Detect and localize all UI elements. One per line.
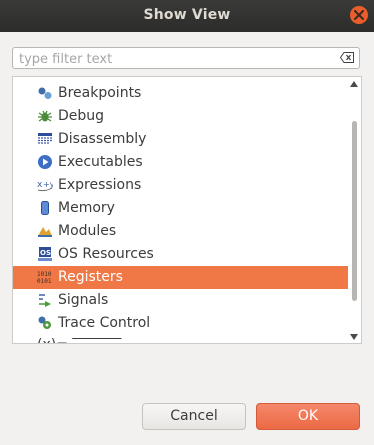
vertical-scrollbar[interactable] (347, 77, 361, 343)
list-item[interactable]: OS OS Resources (13, 243, 348, 266)
show-view-dialog: Show View ‾‾‾‾‾ Breakpoints Debug (0, 0, 374, 445)
svg-text:OS: OS (40, 249, 51, 257)
filter-input[interactable] (17, 50, 339, 68)
modules-icon (38, 227, 52, 237)
clear-text-icon[interactable] (340, 52, 354, 63)
svg-text:1010: 1010 (37, 271, 52, 278)
ok-button[interactable]: OK (256, 403, 360, 430)
list-item-label: Modules (58, 223, 117, 239)
view-list[interactable]: ‾‾‾‾‾ Breakpoints Debug Disassembly Exec… (12, 76, 362, 344)
list-item-label: Trace Control (58, 315, 151, 331)
title-bar[interactable]: Show View (0, 0, 374, 32)
list-item[interactable]: Signals (13, 289, 348, 312)
filter-field[interactable] (12, 47, 360, 69)
disassembly-icon (38, 133, 52, 144)
list-item[interactable]: Breakpoints (13, 82, 348, 105)
close-icon (354, 10, 364, 20)
list-item[interactable]: x +y Expressions (13, 174, 348, 197)
list-item-label: Signals (58, 292, 109, 308)
list-item-label: Memory (58, 200, 115, 216)
list-item-label: Executables (58, 154, 143, 170)
signals-icon (39, 294, 51, 307)
trace-control-icon (38, 316, 51, 329)
svg-text:0101: 0101 (37, 278, 52, 285)
debug-icon (38, 110, 52, 122)
registers-icon: 1010 0101 (37, 271, 52, 285)
list-item[interactable]: Disassembly (13, 128, 348, 151)
scroll-up-icon[interactable] (350, 81, 358, 87)
close-button[interactable] (350, 6, 368, 24)
scroll-thumb[interactable] (352, 121, 357, 301)
list-item[interactable]: 1010 0101 Registers (13, 266, 348, 289)
list-item[interactable]: Memory (13, 197, 348, 220)
list-item[interactable]: Executables (13, 151, 348, 174)
scroll-down-icon[interactable] (350, 334, 358, 340)
list-item-label: OS Resources (58, 246, 154, 262)
list-item-label: Disassembly (58, 131, 147, 147)
list-item-label: Registers (58, 269, 123, 285)
os-resources-icon: OS (38, 247, 52, 261)
list-item[interactable]: Trace Control (13, 312, 348, 335)
memory-icon (41, 201, 49, 215)
partially-hidden-item: (x)= ‾‾‾‾‾‾‾ (37, 337, 121, 343)
cancel-button[interactable]: Cancel (142, 403, 246, 430)
list-item-label: Expressions (58, 177, 142, 193)
list-item[interactable]: Debug (13, 105, 348, 128)
executables-icon (38, 155, 52, 169)
list-item-label: Breakpoints (58, 85, 142, 101)
list-item-label: Debug (58, 108, 105, 124)
dialog-title: Show View (143, 7, 231, 23)
svg-text:+y: +y (43, 180, 53, 189)
breakpoints-icon (38, 87, 52, 99)
expressions-icon: x +y (37, 180, 53, 192)
list-item[interactable]: Modules (13, 220, 348, 243)
